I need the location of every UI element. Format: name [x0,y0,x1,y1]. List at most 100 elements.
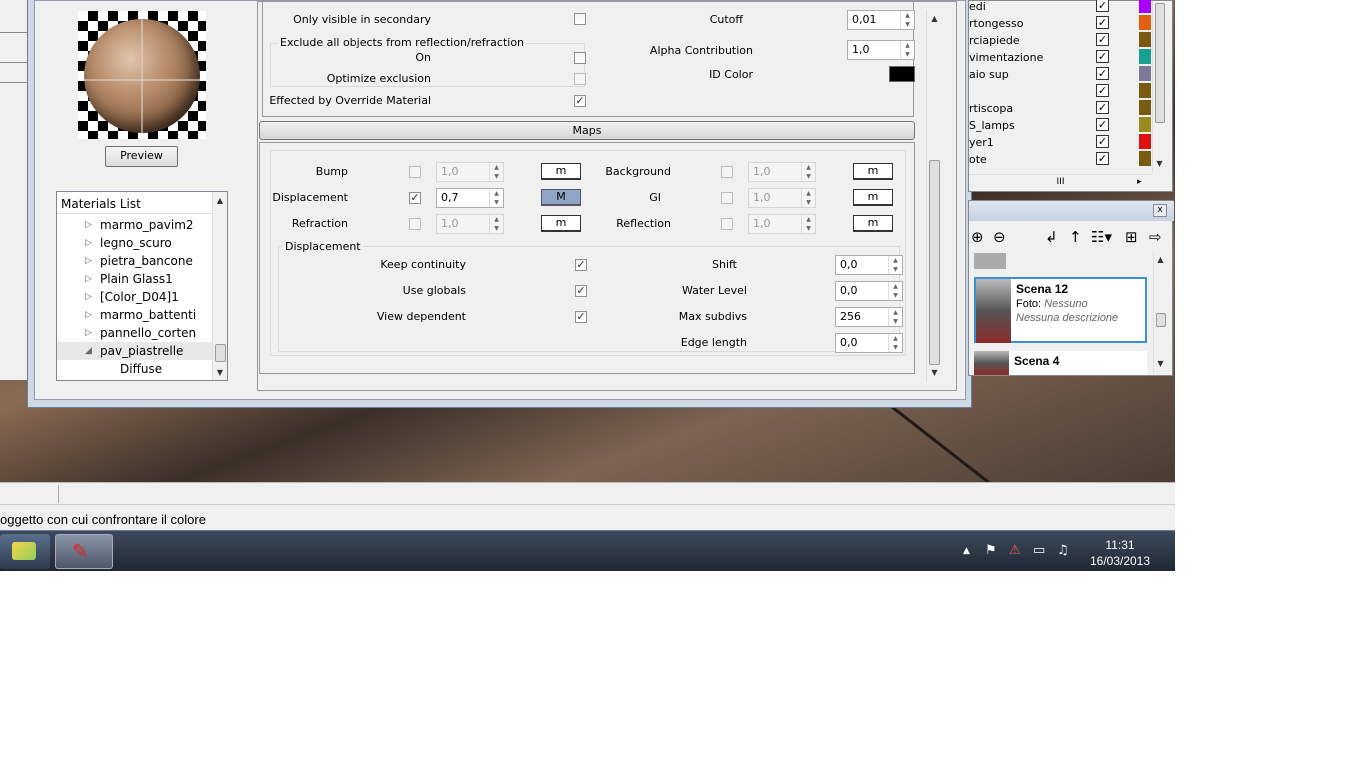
list-item[interactable]: ▷ pietra_bancone [57,252,212,270]
scroll-thumb[interactable] [1156,313,1166,327]
background-input[interactable]: 1,0 ▲ ▼ [748,162,816,182]
list-item[interactable]: ▷ marmo_battenti [57,306,212,324]
layer-color-swatch[interactable] [1139,134,1151,149]
list-item[interactable]: ▷ Plain Glass1 [57,270,212,288]
volume-icon[interactable]: ♫ [1057,543,1069,558]
scene-card-scena-4[interactable]: Scena 4 [974,351,1147,375]
layer-color-swatch[interactable] [1139,32,1151,47]
expand-arrow-icon[interactable]: ▷ [85,288,92,306]
reflection-checkbox[interactable] [721,218,733,230]
layer-row[interactable]: S_lamps ✓ [969,117,1159,134]
system-clock[interactable]: 11:31 16/03/2013 [1080,537,1160,569]
expand-arrow-icon[interactable]: ◢ [85,342,92,360]
layer-row[interactable]: rtongesso ✓ [969,15,1159,32]
alpha-contribution-input[interactable]: 1,0 ▲ ▼ [847,40,915,60]
expand-arrow-icon[interactable]: ▷ [85,234,92,252]
scroll-down-icon[interactable]: ▼ [1154,357,1167,371]
reflection-input[interactable]: 1,0 ▲ ▼ [748,214,816,234]
spin-arrows-icon[interactable]: ▲ ▼ [489,189,503,207]
spin-arrows-icon[interactable]: ▲ ▼ [888,334,902,352]
layer-visible-checkbox[interactable]: ✓ [1096,118,1109,131]
layer-visible-checkbox[interactable]: ✓ [1096,50,1109,63]
list-item[interactable]: ▷ [Color_D04]1 [57,288,212,306]
layers-hscrollbar[interactable]: III ▸ [969,174,1152,190]
scroll-thumb[interactable] [215,344,226,362]
refraction-checkbox[interactable] [409,218,421,230]
layer-visible-checkbox[interactable]: ✓ [1096,67,1109,80]
layers-scrollbar[interactable]: ▼ [1152,1,1166,173]
scroll-thumb[interactable] [929,160,940,365]
gi-checkbox[interactable] [721,192,733,204]
view-dependent-checkbox[interactable]: ✓ [575,311,587,323]
list-item[interactable]: ▷ legno_scuro [57,234,212,252]
spin-arrows-icon[interactable]: ▲ ▼ [801,163,815,181]
list-item[interactable]: ▷ pannello_corten [57,324,212,342]
exclude-on-checkbox[interactable] [574,52,586,64]
expand-arrow-icon[interactable]: ▷ [85,324,92,342]
reflection-map-button[interactable]: m [853,215,893,232]
gi-map-button[interactable]: m [853,189,893,206]
layer-row[interactable]: edi ✓ [969,0,1159,15]
spin-arrows-icon[interactable]: ▲ ▼ [888,256,902,274]
refraction-input[interactable]: 1,0 ▲ ▼ [436,214,504,234]
displacement-map-button[interactable]: M [541,189,581,206]
edge-length-input[interactable]: 0,0 ▲ ▼ [835,333,903,353]
spin-arrows-icon[interactable]: ▲ ▼ [489,163,503,181]
shift-input[interactable]: 0,0 ▲ ▼ [835,255,903,275]
show-hidden-icons[interactable]: ▲ [963,546,970,556]
background-map-button[interactable]: m [853,163,893,180]
scroll-thumb[interactable] [1155,3,1165,123]
expand-arrow-icon[interactable]: ▷ [85,252,92,270]
expand-arrow-icon[interactable]: ▷ [85,216,92,234]
list-item-diffuse[interactable]: Diffuse [57,360,212,378]
spin-arrows-icon[interactable]: ▲ ▼ [489,215,503,233]
materials-list-scrollbar[interactable]: ▲ ▼ [212,192,227,380]
id-color-swatch[interactable] [889,66,915,82]
list-item[interactable]: ◢ pav_piastrelle [57,342,212,360]
scroll-down-icon[interactable]: ▼ [927,366,942,380]
layer-color-swatch[interactable] [1139,0,1151,13]
layer-visible-checkbox[interactable]: ✓ [1096,135,1109,148]
effected-by-override-checkbox[interactable]: ✓ [574,95,586,107]
keep-continuity-checkbox[interactable]: ✓ [575,259,587,271]
scroll-up-icon[interactable]: ▲ [1154,253,1167,267]
spin-arrows-icon[interactable]: ▲ ▼ [801,215,815,233]
remove-scene-icon[interactable]: ⊖ [993,229,1006,245]
scroll-up-icon[interactable]: ▲ [213,194,227,208]
layer-color-swatch[interactable] [1139,100,1151,115]
scroll-down-icon[interactable]: ▼ [213,366,227,380]
max-subdivs-input[interactable]: 256 ▲ ▼ [835,307,903,327]
scroll-down-icon[interactable]: ▼ [1153,157,1166,171]
layer-visible-checkbox[interactable]: ✓ [1096,33,1109,46]
scene-settings-icon[interactable]: ⊞ [1125,229,1138,245]
layer-row[interactable]: yer1 ✓ [969,134,1159,151]
layer-row[interactable]: ✓ [969,83,1159,100]
gi-input[interactable]: 1,0 ▲ ▼ [748,188,816,208]
displacement-checkbox[interactable]: ✓ [409,192,421,204]
layer-row[interactable]: rtiscopa ✓ [969,100,1159,117]
spin-arrows-icon[interactable]: ▲ ▼ [888,308,902,326]
details-toggle-icon[interactable]: ⇨ [1149,229,1162,245]
start-button[interactable] [0,534,50,569]
layer-visible-checkbox[interactable]: ✓ [1096,152,1109,165]
scene-card-scena-12[interactable]: Scena 12 Foto: Nessuno Nessuna descrizio… [974,277,1147,343]
spin-arrows-icon[interactable]: ▲ ▼ [900,11,914,29]
layer-row[interactable]: vimentazione ✓ [969,49,1159,66]
add-scene-icon[interactable]: ⊕ [971,229,984,245]
bump-input[interactable]: 1,0 ▲ ▼ [436,162,504,182]
safely-remove-icon[interactable]: ⚠ [1009,543,1021,558]
move-up-icon[interactable]: ↑ [1069,229,1082,245]
list-item[interactable]: ▷ marmo_pavim2 [57,216,212,234]
layer-visible-checkbox[interactable]: ✓ [1096,101,1109,114]
layer-color-swatch[interactable] [1139,117,1151,132]
layer-color-swatch[interactable] [1139,66,1151,81]
refraction-map-button[interactable]: m [541,215,581,232]
maps-rollout-button[interactable]: Maps [259,121,915,140]
expand-arrow-icon[interactable]: ▷ [85,270,92,288]
bump-checkbox[interactable] [409,166,421,178]
layer-color-swatch[interactable] [1139,49,1151,64]
water-level-input[interactable]: 0,0 ▲ ▼ [835,281,903,301]
preview-button[interactable]: Preview [105,146,178,167]
action-center-flag-icon[interactable]: ⚑ [985,543,997,558]
taskbar-sketchup-button[interactable]: ✎ [55,534,113,569]
